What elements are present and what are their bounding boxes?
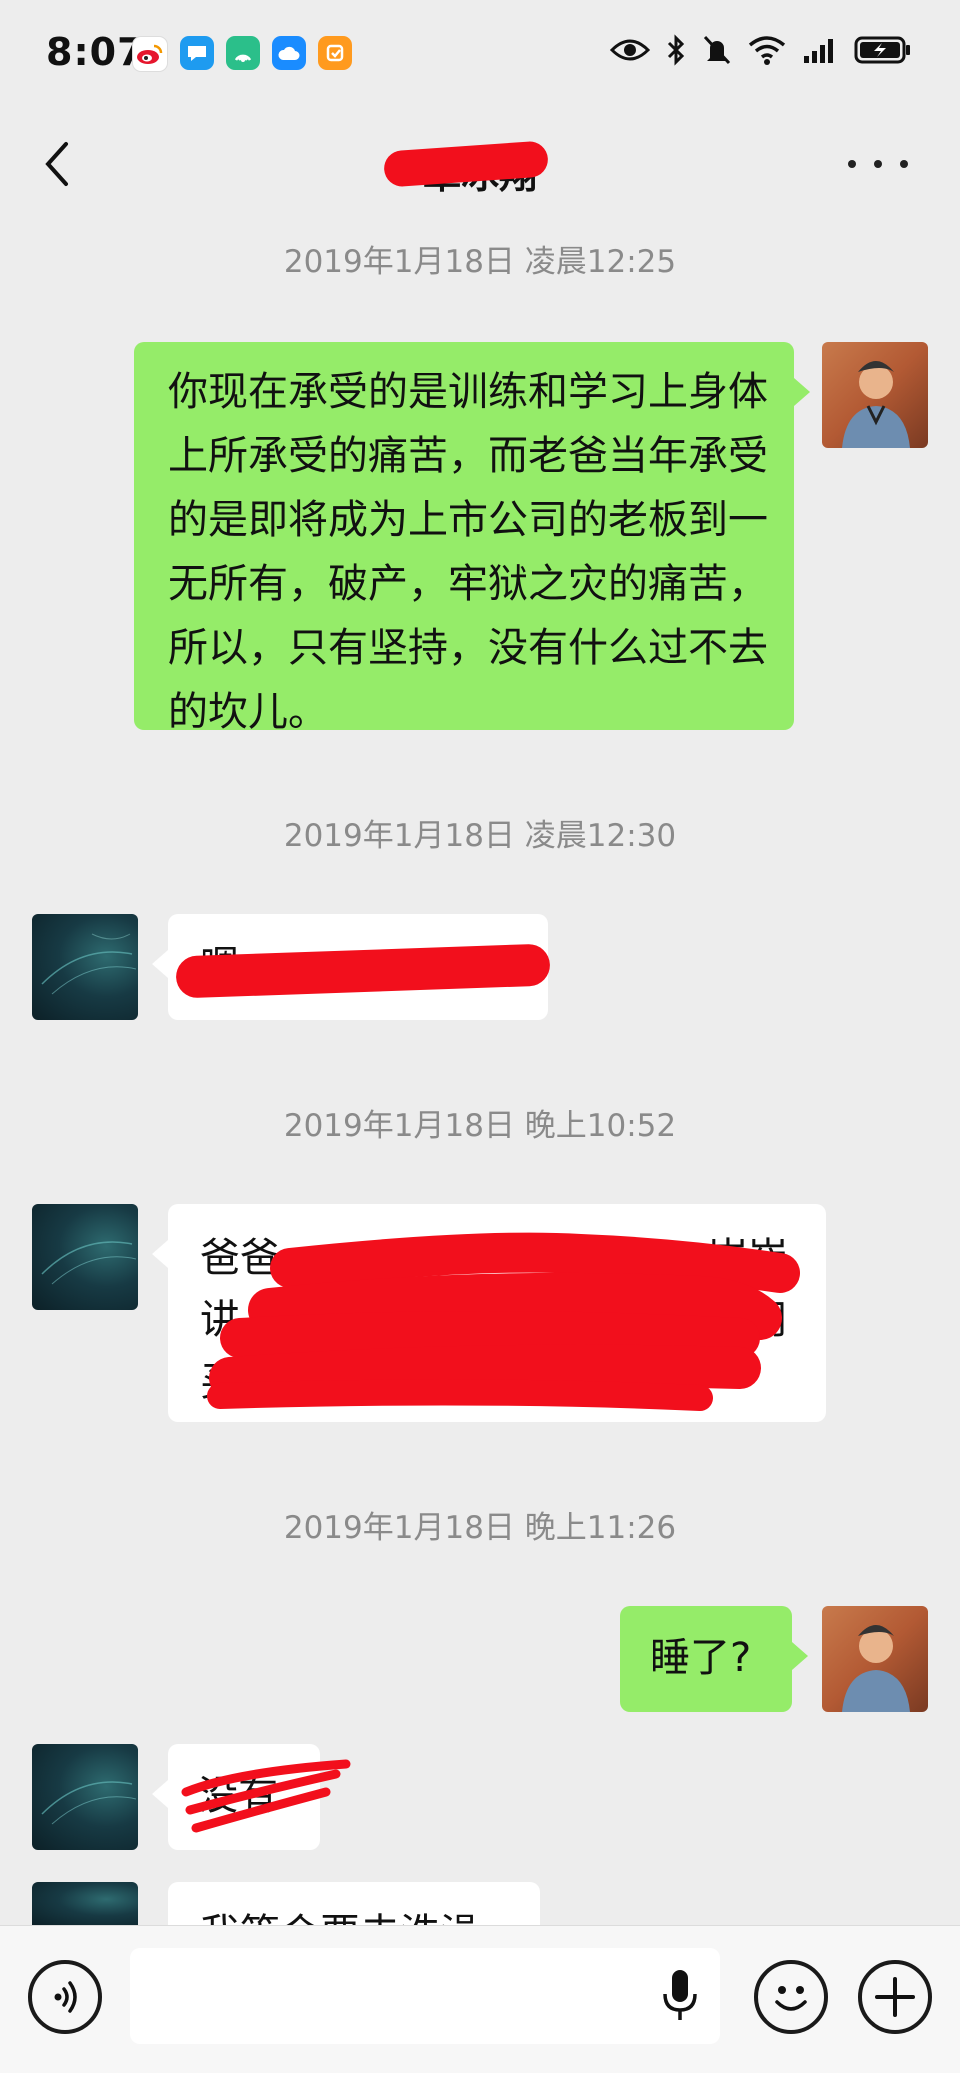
cloud-icon: [272, 36, 306, 70]
microphone-icon[interactable]: [660, 1968, 700, 2024]
emoji-button[interactable]: [754, 1960, 828, 2034]
battery-icon: [854, 30, 912, 70]
message-timestamp: 2019年1月18日 凌晨12:30: [283, 818, 677, 854]
bluetooth-icon: [666, 30, 686, 70]
message-timestamp: 2019年1月18日 晚上11:26: [283, 1510, 677, 1546]
message-timestamp: 2019年1月18日 晚上10:52: [283, 1108, 677, 1144]
bubble-tail: [792, 1642, 808, 1670]
abstract-wallpaper-icon: [41, 1781, 137, 1825]
bubble-tail: [152, 1240, 168, 1268]
person-photo-icon: [842, 361, 910, 448]
redaction-mark: [181, 1759, 351, 1833]
mute-icon: [702, 30, 732, 70]
my-avatar[interactable]: [822, 1606, 928, 1712]
chat-header: 覃冰翔: [0, 110, 960, 220]
voice-wave-icon: [54, 1981, 77, 2013]
abstract-wallpaper-icon: [41, 1241, 137, 1285]
bubble-tail: [152, 950, 168, 978]
system-status-icons: [610, 30, 912, 70]
message-input[interactable]: [130, 1948, 720, 2044]
outgoing-message-bubble[interactable]: 你现在承受的是训练和学习上身体上所承受的痛苦，而老爸当年承受的是即将成为上市公司…: [134, 342, 794, 735]
signal-app-icon: [226, 36, 260, 70]
outgoing-message-bubble[interactable]: 睡了?: [620, 1606, 792, 1712]
status-time: 8:07: [46, 30, 145, 74]
abstract-wallpaper-icon: [41, 933, 137, 995]
wifi-icon: [748, 30, 786, 70]
voice-input-button[interactable]: [28, 1960, 102, 2034]
incoming-message-bubble[interactable]: 我等会要去洗澡: [168, 1882, 540, 1925]
contact-avatar[interactable]: [32, 1882, 138, 1925]
input-bar: [0, 1925, 960, 2073]
eye-icon: [610, 30, 650, 70]
contact-avatar[interactable]: [32, 914, 138, 1020]
bubble-tail: [152, 1780, 168, 1808]
more-dot-icon: [874, 160, 882, 168]
contact-avatar[interactable]: [32, 1204, 138, 1310]
redaction-mark: [207, 1232, 800, 1411]
messages-icon: [180, 36, 214, 70]
message-text: 我等会要去洗澡: [200, 1902, 480, 1925]
emoji-face-icon: [775, 1986, 807, 2011]
more-dot-icon: [900, 160, 908, 168]
bubble-tail: [794, 378, 810, 406]
more-dot-icon: [848, 160, 856, 168]
message-timestamp: 2019年1月18日 凌晨12:25: [283, 244, 677, 280]
status-bar: 8:07: [0, 0, 960, 110]
plus-icon: [875, 1977, 915, 2017]
notification-icons: [132, 36, 352, 72]
weibo-icon: [132, 36, 168, 72]
contact-avatar[interactable]: [32, 1744, 138, 1850]
more-functions-button[interactable]: [858, 1960, 932, 2034]
notes-icon: [318, 36, 352, 70]
person-photo-icon: [842, 1625, 910, 1712]
my-avatar[interactable]: [822, 342, 928, 448]
more-options-button[interactable]: [848, 152, 908, 176]
cellular-icon: [802, 30, 838, 70]
